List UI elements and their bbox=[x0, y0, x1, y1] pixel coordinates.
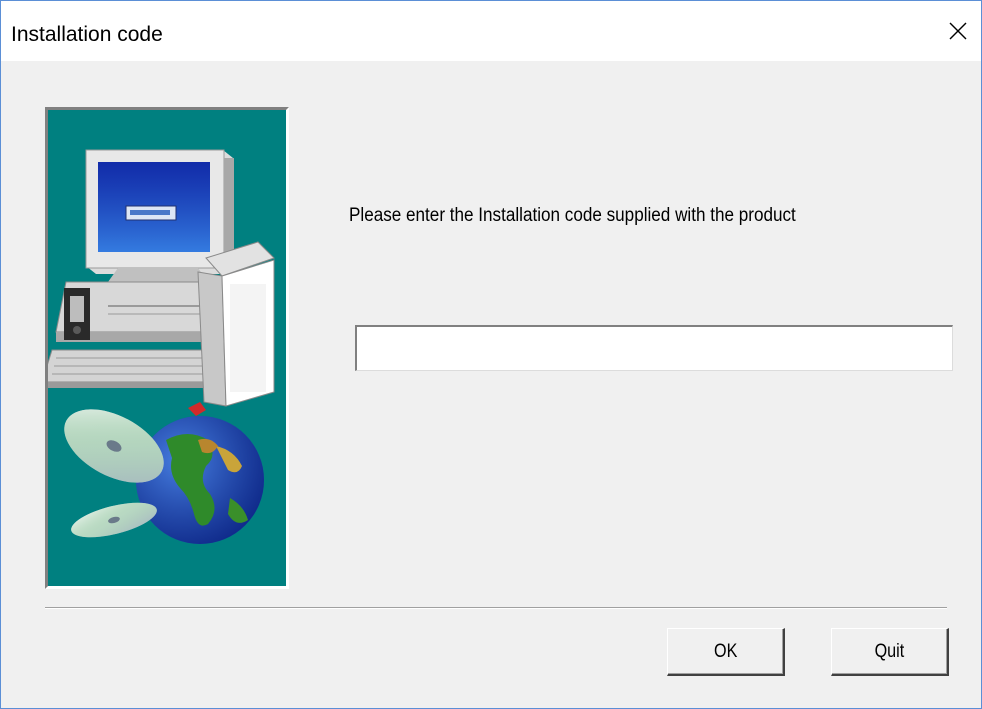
ok-button[interactable]: OK bbox=[667, 628, 785, 676]
divider bbox=[45, 607, 947, 609]
setup-illustration bbox=[45, 107, 289, 589]
installation-code-dialog: Installation code Please enter the Insta… bbox=[0, 0, 982, 709]
close-icon bbox=[949, 22, 967, 40]
close-button[interactable] bbox=[935, 1, 981, 61]
window-title: Installation code bbox=[11, 23, 163, 46]
quit-button-label: Quit bbox=[874, 640, 905, 662]
ok-button-label: OK bbox=[713, 640, 738, 662]
dialog-body: Please enter the Installation code suppl… bbox=[1, 61, 981, 708]
installation-code-input[interactable] bbox=[355, 325, 953, 371]
computer-cd-globe-illustration bbox=[48, 149, 275, 544]
title-bar[interactable]: Installation code bbox=[1, 1, 981, 61]
instruction-text: Please enter the Installation code suppl… bbox=[349, 205, 796, 226]
quit-button[interactable]: Quit bbox=[831, 628, 949, 676]
